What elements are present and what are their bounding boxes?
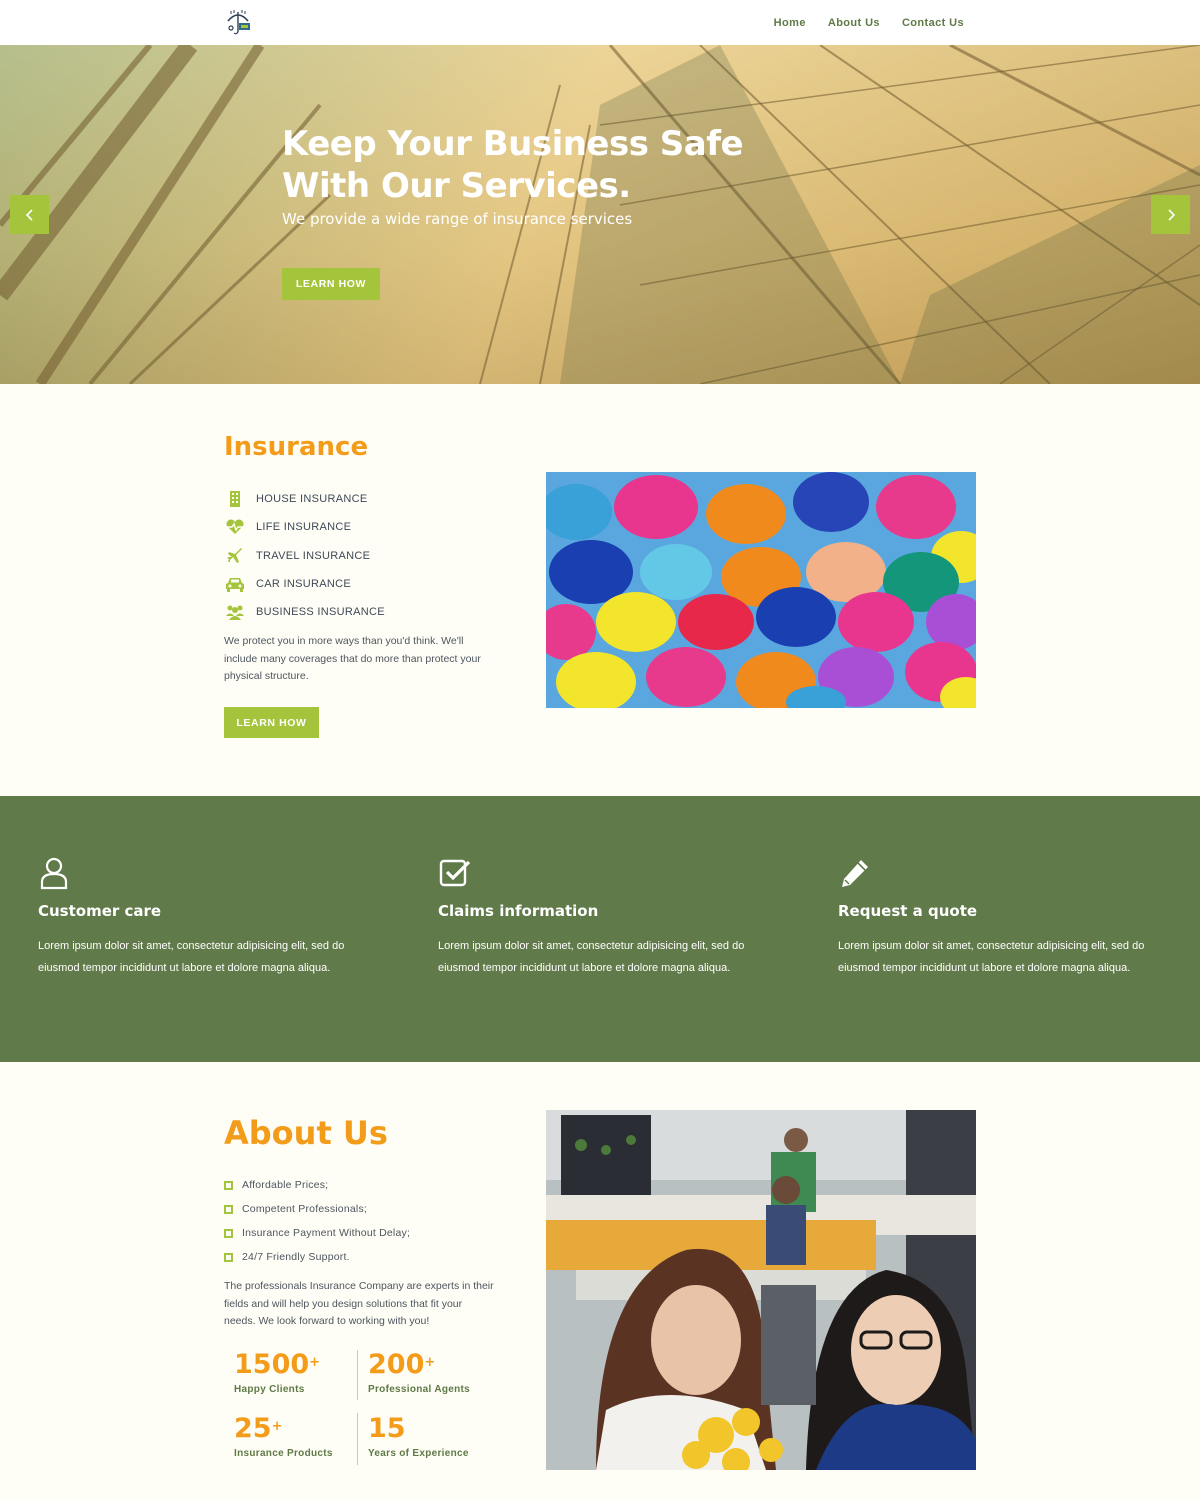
chevron-right-icon (1167, 208, 1175, 221)
about-title: About Us (224, 1114, 388, 1152)
feature-text: Lorem ipsum dolor sit amet, consectetur … (838, 940, 1145, 974)
insurance-item-life[interactable]: LIFE INSURANCE (224, 513, 385, 541)
stats-divider (357, 1413, 358, 1465)
checkbox-icon (438, 856, 472, 890)
about-item-text: Competent Professionals; (242, 1203, 368, 1215)
stat-insurance-products: 25+ Insurance Products (234, 1413, 358, 1460)
stat-professional-agents: 200+ Professional Agents (368, 1349, 492, 1396)
insurance-item-house[interactable]: HOUSE INSURANCE (224, 485, 385, 513)
umbrellas-image (546, 472, 976, 708)
about-list-item: Competent Professionals; (224, 1197, 410, 1221)
insurance-item-label: BUSINESS INSURANCE (256, 606, 385, 619)
stat-years-experience: 15 Years of Experience (368, 1413, 492, 1460)
hero-learn-how-button[interactable]: LEARN HOW (282, 268, 380, 300)
stat-value: 200+ (368, 1349, 436, 1380)
slider-next-button[interactable] (1151, 195, 1190, 234)
about-list-item: 24/7 Friendly Support. (224, 1245, 410, 1269)
umbrella-shield-logo-icon[interactable] (224, 8, 252, 36)
nav-about-us[interactable]: About Us (828, 17, 880, 29)
chevron-left-icon (25, 208, 33, 221)
stat-label: Happy Clients (234, 1384, 305, 1395)
stat-happy-clients: 1500+ Happy Clients (234, 1349, 358, 1396)
feature-text: Lorem ipsum dolor sit amet, consectetur … (38, 940, 345, 974)
site-header: Home About Us Contact Us (0, 0, 1200, 45)
stat-value: 25+ (234, 1413, 283, 1444)
hero-slider: Keep Your Business Safe With Our Service… (0, 45, 1200, 384)
features-band: Customer care Lorem ipsum dolor sit amet… (0, 796, 1200, 1062)
heartbeat-icon (224, 518, 246, 536)
nav-home[interactable]: Home (774, 17, 806, 29)
plane-icon (224, 547, 246, 565)
car-icon (224, 575, 246, 593)
insurance-item-label: TRAVEL INSURANCE (256, 549, 371, 562)
about-item-text: Affordable Prices; (242, 1179, 329, 1191)
building-icon (224, 490, 246, 508)
feature-title: Request a quote (838, 902, 978, 920)
about-list-item: Insurance Payment Without Delay; (224, 1221, 410, 1245)
office-team-image (546, 1110, 976, 1470)
square-bullet-icon (224, 1252, 233, 1262)
stat-value: 1500+ (234, 1349, 321, 1380)
insurance-item-label: HOUSE INSURANCE (256, 493, 368, 506)
insurance-learn-how-button[interactable]: LEARN HOW (224, 707, 319, 738)
insurance-item-label: LIFE INSURANCE (256, 521, 352, 534)
stat-label: Insurance Products (234, 1448, 333, 1459)
insurance-list: HOUSE INSURANCE LIFE INSURANCE TRAVEL IN… (224, 485, 385, 626)
insurance-title: Insurance (224, 432, 369, 462)
feature-title: Customer care (38, 902, 162, 920)
feature-text: Lorem ipsum dolor sit amet, consectetur … (438, 940, 745, 974)
feature-title: Claims information (438, 902, 599, 920)
hero-title: Keep Your Business Safe With Our Service… (282, 124, 744, 206)
insurance-item-travel[interactable]: TRAVEL INSURANCE (224, 542, 385, 570)
stats-divider (357, 1350, 358, 1400)
user-icon (38, 856, 72, 890)
insurance-item-car[interactable]: CAR INSURANCE (224, 570, 385, 598)
about-item-text: Insurance Payment Without Delay; (242, 1227, 411, 1239)
insurance-item-business[interactable]: BUSINESS INSURANCE (224, 598, 385, 626)
about-description: The professionals Insurance Company are … (224, 1280, 494, 1327)
hero-subtitle: We provide a wide range of insurance ser… (282, 210, 633, 228)
stat-value: 15 (368, 1413, 406, 1444)
nav-contact-us[interactable]: Contact Us (902, 17, 964, 29)
main-nav: Home About Us Contact Us (774, 0, 964, 45)
square-bullet-icon (224, 1228, 233, 1238)
about-list: Affordable Prices; Competent Professiona… (224, 1173, 410, 1269)
about-list-item: Affordable Prices; (224, 1173, 410, 1197)
stat-label: Professional Agents (368, 1384, 471, 1395)
insurance-description: We protect you in more ways than you'd t… (224, 635, 481, 682)
stat-label: Years of Experience (368, 1448, 469, 1459)
slider-prev-button[interactable] (10, 195, 49, 234)
insurance-item-label: CAR INSURANCE (256, 578, 351, 591)
square-bullet-icon (224, 1180, 233, 1190)
pencil-icon (838, 856, 872, 890)
square-bullet-icon (224, 1204, 233, 1214)
users-icon (224, 603, 246, 621)
about-item-text: 24/7 Friendly Support. (242, 1251, 350, 1263)
